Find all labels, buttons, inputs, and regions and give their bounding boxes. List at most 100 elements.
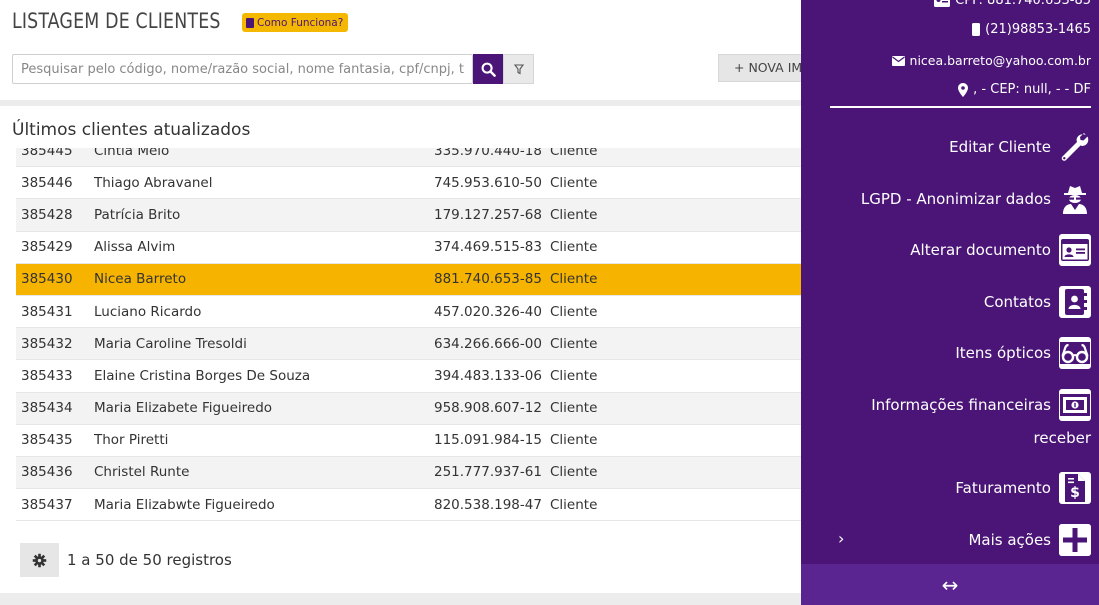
client-name: Nicea Barreto: [94, 271, 187, 288]
user-secret-icon: [1059, 183, 1091, 215]
panel-title: Últimos clientes atualizados: [12, 120, 251, 140]
client-document: 881.740.653-85: [434, 271, 542, 288]
menu-lgpd-anonymize[interactable]: LGPD - Anonimizar dados: [861, 183, 1091, 215]
client-id: 385431: [21, 303, 73, 320]
invoice-dollar-icon: $: [1059, 472, 1091, 504]
resize-arrows-icon: ↔: [941, 572, 959, 597]
menu-label: Mais ações: [968, 531, 1051, 549]
client-type: Cliente: [550, 206, 598, 223]
menu-more-actions[interactable]: Mais ações: [968, 524, 1091, 556]
table-row[interactable]: 385430 Nicea Barreto 881.740.653-85 Cliente: [16, 263, 810, 296]
client-id: 385428: [21, 206, 73, 223]
filter-button[interactable]: [503, 54, 534, 84]
client-type: Cliente: [550, 367, 598, 384]
client-id: 385435: [21, 432, 73, 449]
client-document: 179.127.257-68: [434, 206, 542, 223]
menu-label: LGPD - Anonimizar dados: [860, 190, 1051, 208]
menu-contacts[interactable]: Contatos: [984, 286, 1091, 318]
client-type: Cliente: [550, 239, 598, 256]
menu-change-document[interactable]: Alterar documento: [910, 234, 1091, 266]
client-id: 385430: [21, 271, 73, 288]
table-footer: 1 a 50 de 50 registros: [20, 543, 232, 577]
records-count: 1 a 50 de 50 registros: [67, 551, 232, 569]
table-row[interactable]: 385434 Maria Elizabete Figueiredo 958.908.…: [16, 392, 810, 425]
filter-icon: [513, 63, 524, 74]
mobile-phone-icon: [972, 23, 981, 36]
client-name: Luciano Ricardo: [94, 303, 202, 320]
book-icon: [246, 17, 254, 28]
client-id: 385446: [21, 174, 73, 191]
client-id: 385432: [21, 335, 73, 352]
client-name: Thor Piretti: [94, 432, 169, 449]
plus-icon: [1059, 524, 1091, 556]
client-id: 385433: [21, 367, 73, 384]
client-type: Cliente: [550, 303, 598, 320]
drawer-resize-toggle[interactable]: ↔: [801, 564, 1099, 605]
client-name: Elaine Cristina Borges De Souza: [94, 367, 311, 384]
address-book-icon: [1059, 286, 1091, 318]
client-type: Cliente: [550, 400, 598, 417]
id-card-icon: [934, 0, 951, 7]
menu-optical-items[interactable]: Itens ópticos: [955, 337, 1091, 369]
table-row[interactable]: 385436 Christel Runte 251.777.937-61 Client…: [16, 456, 810, 490]
client-type: Cliente: [550, 271, 598, 288]
client-id: 385436: [21, 464, 73, 481]
help-badge[interactable]: Como Funciona?: [242, 13, 349, 32]
client-document: 394.483.133-06: [434, 367, 542, 384]
page-title: LISTAGEM DE CLIENTES: [12, 9, 221, 33]
id-card-icon: [1059, 234, 1091, 266]
phone-text: (21)98853-1465: [985, 22, 1091, 37]
table-row[interactable]: 385429 Alissa Alvim 374.469.515-83 Cliente: [16, 232, 810, 264]
search-icon: [481, 62, 496, 77]
client-name: Patrícia Brito: [94, 206, 181, 223]
menu-edit-client[interactable]: Editar Cliente: [949, 131, 1091, 163]
email-text: nicea.barreto@yahoo.com.br: [909, 53, 1091, 68]
client-name: Thiago Abravanel: [94, 174, 213, 191]
client-id: 385437: [21, 496, 73, 513]
table-row[interactable]: 385437 Maria Elizabwte Figueiredo 820.538.…: [16, 489, 810, 522]
table-row[interactable]: 385431 Luciano Ricardo 457.020.326-40 Clien…: [16, 296, 810, 329]
menu-label: Itens ópticos: [955, 344, 1051, 362]
table-row[interactable]: 385446 Thiago Abravanel 745.953.610-50 Clie…: [16, 167, 810, 200]
menu-financial-info[interactable]: Informações financeiras: [871, 389, 1091, 421]
client-type: Cliente: [550, 174, 598, 191]
search-button[interactable]: [473, 54, 503, 84]
phone-line: (21)98853-1465: [972, 22, 1091, 37]
client-type: Cliente: [550, 335, 598, 352]
client-type: Cliente: [550, 496, 598, 513]
client-document: 374.469.515-83: [434, 239, 542, 256]
menu-label: Faturamento: [955, 479, 1051, 497]
table-row[interactable]: 385428 Patrícia Brito 179.127.257-68 Client…: [16, 199, 810, 232]
client-id: 385445: [21, 148, 73, 159]
client-type: Cliente: [550, 464, 598, 481]
client-document: 457.020.326-40: [434, 303, 542, 320]
wrench-icon: [1059, 131, 1091, 163]
table-row[interactable]: 385432 Maria Caroline Tresoldi 634.266.666…: [16, 328, 810, 361]
table-row[interactable]: 385435 Thor Piretti 115.091.984-15 Cliente: [16, 425, 810, 457]
menu-billing[interactable]: Faturamento $: [955, 472, 1091, 504]
search-input[interactable]: [12, 54, 473, 84]
menu-label: Informações financeiras: [871, 396, 1051, 414]
svg-text:$: $: [1070, 485, 1080, 501]
settings-button[interactable]: [20, 543, 59, 577]
client-document: 115.091.984-15: [434, 432, 542, 449]
gear-icon: [32, 553, 47, 567]
clients-table: 385445 Cintia Melo 335.970.440-18 Cliente 38…: [16, 148, 810, 525]
client-name: Maria Elizabete Figueiredo: [94, 400, 273, 417]
address-text: , - CEP: null, - - DF: [973, 82, 1091, 97]
client-name: Maria Caroline Tresoldi: [94, 335, 247, 352]
client-document: 820.538.198-47: [434, 496, 542, 513]
money-bill-icon: [1059, 389, 1091, 421]
table-row[interactable]: 385433 Elaine Cristina Borges De Souza 394…: [16, 360, 810, 393]
chevron-right-icon[interactable]: ›: [838, 529, 844, 548]
table-row[interactable]: 385445 Cintia Melo 335.970.440-18 Cliente: [16, 148, 810, 168]
new-import-button[interactable]: + NOVA IMP: [718, 54, 808, 82]
client-document: 745.953.610-50: [434, 174, 542, 191]
email-line: nicea.barreto@yahoo.com.br: [891, 53, 1091, 68]
client-name: Christel Runte: [94, 464, 190, 481]
client-document: 335.970.440-18: [434, 148, 542, 159]
menu-label: Contatos: [983, 293, 1051, 311]
map-marker-icon: [958, 82, 969, 97]
drawer-divider: [830, 106, 1091, 108]
client-type: Cliente: [550, 432, 598, 449]
